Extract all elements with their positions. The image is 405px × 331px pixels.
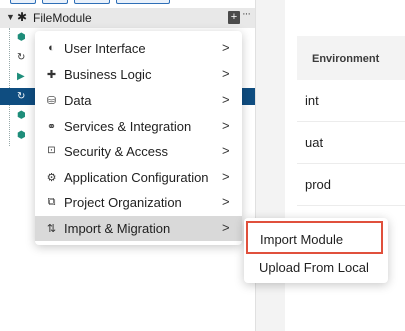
menu-item-services-integration[interactable]: ⚭ Services & Integration > [35, 114, 242, 139]
table-row[interactable]: prod [297, 164, 405, 206]
menu-item-business-logic[interactable]: ✚ Business Logic > [35, 62, 242, 87]
menu-item-data[interactable]: ⛁ Data > [35, 88, 242, 113]
lock-icon: ⊡ [47, 145, 56, 156]
toolbar-tab[interactable] [10, 0, 36, 4]
puzzle-icon: ✚ [46, 69, 57, 81]
environment-cell: int [305, 93, 319, 108]
menu-item-label: Project Organization [64, 195, 182, 210]
palette-icon: ◐ [48, 42, 55, 54]
menu-item-application-configuration[interactable]: ⚙ Application Configuration > [35, 165, 242, 190]
link-icon: ⚭ [46, 121, 57, 133]
upload-from-local-option[interactable]: Upload From Local [244, 255, 388, 279]
menu-item-project-organization[interactable]: ⧉ Project Organization > [35, 190, 242, 215]
table-row[interactable]: int [297, 80, 405, 122]
chevron-down-icon[interactable]: ▼ [6, 12, 15, 22]
table-row[interactable]: uat [297, 122, 405, 164]
submenu-item-label: Import Module [260, 232, 344, 247]
context-menu: ◐ User Interface > ✚ Business Logic > ⛁ … [35, 31, 242, 245]
toolbar-tab[interactable] [42, 0, 68, 4]
menu-item-label: Application Configuration [64, 170, 209, 185]
environment-table-header: Environment [297, 36, 405, 80]
menu-item-label: Data [64, 93, 92, 108]
loop-icon: ↻ [17, 91, 26, 102]
menu-item-label: Import & Migration [64, 221, 171, 236]
more-icon[interactable]: ··· [242, 8, 251, 20]
menu-item-security-access[interactable]: ⊡ Security & Access > [35, 139, 242, 164]
chevron-right-icon: > [222, 143, 230, 158]
cube-icon: ⬢ [17, 32, 26, 43]
add-button[interactable]: + [228, 11, 240, 24]
menu-item-label: Business Logic [64, 67, 152, 82]
module-title: FileModule [33, 11, 92, 25]
database-icon: ⛁ [46, 95, 57, 107]
toolbar-tab[interactable] [116, 0, 170, 4]
chevron-right-icon: > [222, 92, 230, 107]
import-module-option[interactable]: Import Module [246, 221, 383, 254]
menu-item-label: Services & Integration [64, 119, 192, 134]
chevron-right-icon: > [222, 194, 230, 209]
chevron-right-icon: > [222, 169, 230, 184]
environment-cell: uat [305, 135, 324, 150]
sitemap-icon: ⧉ [47, 196, 56, 208]
swap-icon: ⇅ [46, 223, 57, 235]
toolbar-tab[interactable] [74, 0, 110, 4]
chevron-right-icon: > [222, 66, 230, 81]
menu-item-user-interface[interactable]: ◐ User Interface > [35, 36, 242, 61]
chevron-right-icon: > [222, 40, 230, 55]
gear-icon: ⚙ [46, 172, 57, 184]
submenu-item-label: Upload From Local [259, 260, 369, 275]
tree-module-header[interactable]: ▼ ✱ FileModule + ··· [0, 8, 255, 28]
cube-icon: ⬢ [17, 110, 26, 121]
chevron-right-icon: > [222, 220, 230, 235]
puzzle-icon: ✱ [17, 10, 28, 24]
environment-column-header: Environment [312, 53, 380, 65]
flow-icon: ▶ [17, 71, 25, 82]
chevron-right-icon: > [222, 118, 230, 133]
menu-item-label: Security & Access [64, 144, 169, 159]
import-migration-submenu: Import Module Upload From Local [244, 218, 388, 283]
cube-icon: ⬢ [17, 130, 26, 141]
loop-icon: ↻ [17, 52, 26, 63]
menu-item-import-migration[interactable]: ⇅ Import & Migration > [35, 216, 242, 241]
menu-item-label: User Interface [64, 41, 146, 56]
toolbar-tabs [8, 0, 178, 4]
environment-cell: prod [305, 177, 332, 192]
